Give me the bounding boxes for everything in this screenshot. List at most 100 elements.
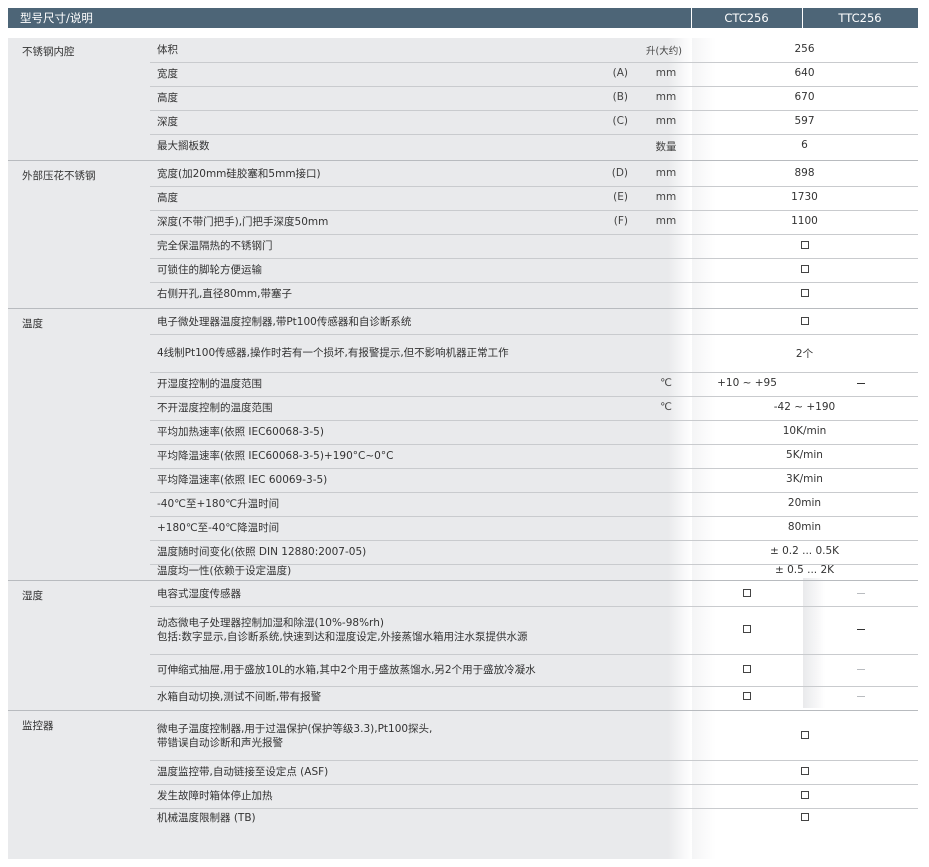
spec-value-ttc: [803, 587, 918, 599]
row-description: 温度随时间变化(依照 DIN 12880:2007-05): [157, 545, 366, 559]
row-divider: [150, 606, 918, 607]
row-description: 完全保温隔热的不锈钢门: [157, 239, 273, 253]
row-description: 电子微处理器温度控制器,带Pt100传感器和自诊断系统: [157, 315, 411, 329]
row-description: 动态微电子处理器控制加湿和除湿(10%-98%rh) 包括:数字显示,自诊断系统,…: [157, 616, 528, 644]
description-line: 体积: [157, 44, 178, 56]
description-line: 机械温度限制器 (TB): [157, 812, 256, 824]
spec-value: 640: [794, 67, 815, 79]
row-divider: [150, 686, 918, 687]
row-divider: [150, 468, 918, 469]
checkbox-mark-icon: [743, 589, 751, 597]
row-description: 4线制Pt100传感器,操作时若有一个损坏,有报警提示,但不影响机器正常工作: [157, 346, 509, 360]
unit-label: 升(大约): [646, 46, 682, 57]
row-divider: [150, 808, 918, 809]
unit-label: mm: [655, 91, 677, 103]
row-divider: [150, 396, 918, 397]
row-description: 可锁住的脚轮方便运输: [157, 263, 262, 277]
checkbox-mark-icon: [743, 665, 751, 673]
description-line: 平均加热速率(依照 IEC60068-3-5): [157, 426, 324, 438]
spec-value: [691, 263, 918, 275]
description-line: 微电子温度控制器,用于过温保护(保护等级3.3),Pt100探头,: [157, 723, 433, 735]
section-label: 不锈钢内腔: [22, 46, 75, 58]
row-description: 平均降温速率(依照 IEC 60069-3-5): [157, 473, 327, 487]
row-description: +180℃至-40℃降温时间: [157, 521, 279, 535]
row-description: 高度: [157, 191, 178, 205]
unit-label: mm: [655, 67, 677, 79]
spec-value: 597: [794, 115, 815, 127]
description-line: 发生故障时箱体停止加热: [157, 790, 273, 802]
row-divider: [150, 234, 918, 235]
spec-table-page: 型号尺寸/说明 CTC256 TTC256 不锈钢内腔 体积 升(大约) 256 宽度(…: [0, 0, 929, 867]
checkbox-mark-icon: [800, 265, 809, 273]
unit-label: mm: [655, 115, 677, 127]
checkbox-mark-icon: [800, 289, 809, 297]
unit-label: mm: [655, 215, 677, 227]
checkbox-mark-icon: [800, 317, 809, 325]
row-description: 温度监控带,自动链接至设定点 (ASF): [157, 765, 328, 779]
row-divider: [150, 372, 918, 373]
unit-label: mm: [655, 191, 677, 203]
row-divider: [150, 492, 918, 493]
description-line: 右侧开孔,直径80mm,带塞子: [157, 288, 292, 300]
spec-value-ttc: [803, 623, 918, 635]
spec-value: [691, 765, 918, 777]
row-description: 高度: [157, 91, 178, 105]
description-line: -40℃至+180℃升温时间: [157, 498, 280, 510]
row-divider: [150, 334, 918, 335]
description-line: 电子微处理器温度控制器,带Pt100传感器和自诊断系统: [157, 316, 412, 328]
not-available-dash-icon: [856, 382, 865, 384]
row-description: 深度: [157, 115, 178, 129]
spec-value-ttc: [803, 690, 918, 702]
row-description: -40℃至+180℃升温时间: [157, 497, 279, 511]
row-description: 发生故障时箱体停止加热: [157, 789, 273, 803]
spec-value: 1100: [791, 215, 818, 227]
description-line: 开湿度控制的温度范围: [157, 378, 262, 390]
description-line: 温度随时间变化(依照 DIN 12880:2007-05): [157, 546, 367, 558]
row-divider: [150, 540, 918, 541]
spec-value-ctc: +10 ~ +95: [717, 377, 777, 389]
spec-value: 898: [794, 167, 815, 179]
row-description: 开湿度控制的温度范围: [157, 377, 262, 391]
section-divider: [8, 308, 918, 309]
description-line: 深度(不带门把手),门把手深度50mm: [157, 216, 329, 228]
spec-value: [691, 287, 918, 299]
description-line: 带错误自动诊断和声光报警: [157, 737, 283, 749]
section-label: 湿度: [22, 590, 43, 602]
description-line: +180℃至-40℃降温时间: [157, 522, 280, 534]
row-description: 右侧开孔,直径80mm,带塞子: [157, 287, 292, 301]
description-line: 电容式湿度传感器: [157, 588, 241, 600]
dimension-marker: (E): [613, 191, 628, 203]
description-line: 宽度(加20mm硅胶塞和5mm接口): [157, 168, 321, 180]
row-description: 宽度(加20mm硅胶塞和5mm接口): [157, 167, 321, 181]
checkbox-mark-icon: [800, 791, 809, 799]
spec-value-ctc: [691, 587, 803, 599]
checkbox-mark-icon: [800, 731, 809, 739]
description-line: 宽度: [157, 68, 178, 80]
row-divider: [150, 110, 918, 111]
row-description: 电容式湿度传感器: [157, 587, 241, 601]
unit-column-shade: [668, 38, 692, 859]
section-label: 外部压花不锈钢: [22, 170, 96, 182]
spec-value: ± 0.5 ... 2K: [774, 564, 835, 576]
row-divider: [150, 210, 918, 211]
description-line: 最大搁板数: [157, 140, 210, 152]
spec-value: 5K/min: [786, 449, 823, 461]
spec-value: 20min: [787, 497, 822, 509]
description-line: 水箱自动切换,测试不间断,带有报警: [157, 691, 322, 703]
row-divider: [150, 420, 918, 421]
dimension-marker: (F): [613, 215, 628, 227]
row-divider: [150, 86, 918, 87]
row-description: 平均加热速率(依照 IEC60068-3-5): [157, 425, 324, 439]
row-divider: [150, 784, 918, 785]
row-divider: [150, 760, 918, 761]
row-description: 平均降温速率(依照 IEC60068-3-5)+190°C~0°C: [157, 449, 393, 463]
table-header: 型号尺寸/说明 CTC256 TTC256: [8, 8, 918, 28]
row-description: 宽度: [157, 67, 178, 81]
row-divider: [150, 516, 918, 517]
section-divider: [8, 710, 918, 711]
description-line: 高度: [157, 92, 178, 104]
spec-value: [691, 315, 918, 327]
row-divider: [150, 62, 918, 63]
spec-value: -42 ~ +190: [773, 401, 836, 413]
section-label: 监控器: [22, 720, 54, 732]
